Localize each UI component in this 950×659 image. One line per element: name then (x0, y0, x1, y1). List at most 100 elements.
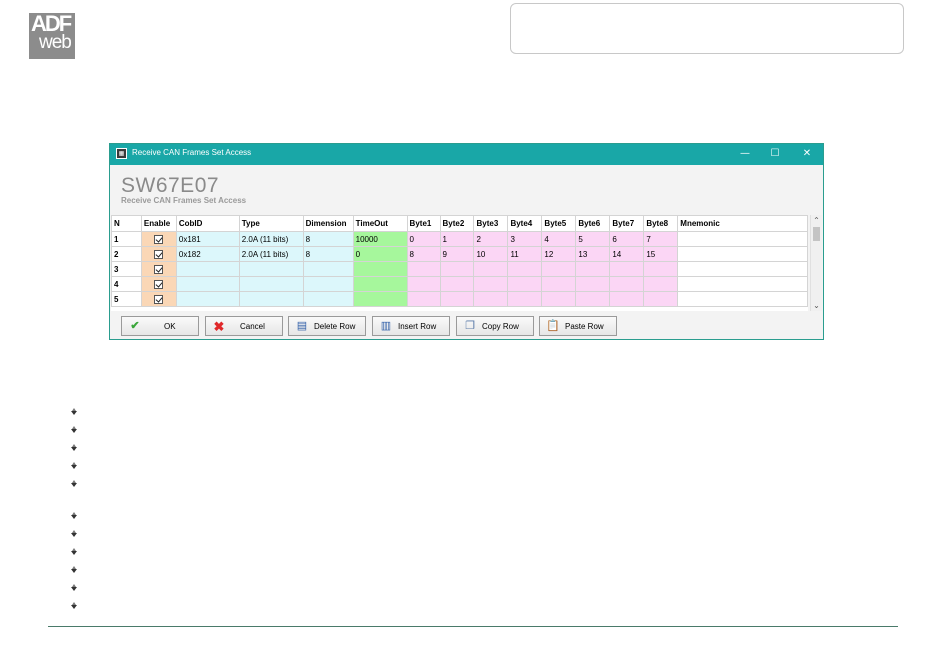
byte8-cell[interactable] (643, 276, 679, 292)
timeout-cell[interactable] (352, 261, 408, 277)
mnemonic-cell[interactable] (677, 246, 808, 262)
byte6-cell[interactable] (575, 261, 611, 277)
dimension-cell[interactable]: 8 (302, 231, 354, 247)
byte1-cell[interactable] (406, 276, 441, 292)
col-header-byte8[interactable]: Byte8 (643, 215, 679, 232)
cancel-button[interactable]: ✖ Cancel (205, 316, 283, 336)
enable-cell[interactable] (140, 231, 177, 247)
table-row[interactable]: 4 (111, 276, 808, 292)
byte7-cell[interactable] (609, 276, 645, 292)
table-row[interactable]: 2 0x182 2.0A (11 bits) 8 0 8 9 10 11 12 13 14 15 (111, 246, 808, 262)
byte6-cell[interactable] (575, 291, 611, 307)
ok-button[interactable]: ✔ OK (121, 316, 199, 336)
byte4-cell[interactable] (507, 291, 543, 307)
byte2-cell[interactable]: 1 (439, 231, 475, 247)
insert-row-button[interactable]: ▥ Insert Row (372, 316, 450, 336)
timeout-cell[interactable] (352, 276, 408, 292)
col-header-dimension[interactable]: Dimension (302, 215, 354, 232)
col-header-byte6[interactable]: Byte6 (575, 215, 611, 232)
byte3-cell[interactable] (473, 261, 509, 277)
delete-row-button[interactable]: ▤ Delete Row (288, 316, 366, 336)
byte7-cell[interactable] (609, 261, 645, 277)
byte6-cell[interactable]: 13 (575, 246, 611, 262)
byte2-cell[interactable]: 9 (439, 246, 475, 262)
byte6-cell[interactable] (575, 276, 611, 292)
byte4-cell[interactable] (507, 276, 543, 292)
dimension-cell[interactable] (302, 261, 354, 277)
minimize-button[interactable]: — (737, 147, 753, 161)
type-cell[interactable] (238, 291, 304, 307)
timeout-cell[interactable] (352, 291, 408, 307)
byte5-cell[interactable] (541, 276, 577, 292)
enable-checkbox[interactable] (154, 264, 164, 274)
byte2-cell[interactable] (439, 261, 475, 277)
dimension-cell[interactable] (302, 291, 354, 307)
col-header-byte2[interactable]: Byte2 (439, 215, 475, 232)
cobid-cell[interactable] (175, 276, 240, 292)
byte5-cell[interactable]: 4 (541, 231, 577, 247)
mnemonic-cell[interactable] (677, 261, 808, 277)
type-cell[interactable] (238, 276, 304, 292)
enable-checkbox[interactable] (154, 249, 164, 259)
col-header-n[interactable]: N (111, 215, 142, 232)
byte2-cell[interactable] (439, 291, 475, 307)
dimension-cell[interactable]: 8 (302, 246, 354, 262)
byte1-cell[interactable] (406, 291, 441, 307)
vertical-scrollbar[interactable]: ⌃ ⌄ (810, 215, 822, 311)
mnemonic-cell[interactable] (677, 231, 808, 247)
enable-cell[interactable] (140, 291, 177, 307)
col-header-enable[interactable]: Enable (140, 215, 177, 232)
cobid-cell[interactable] (175, 291, 240, 307)
byte1-cell[interactable]: 8 (406, 246, 441, 262)
type-cell[interactable] (238, 261, 304, 277)
mnemonic-cell[interactable] (677, 276, 808, 292)
byte8-cell[interactable] (643, 291, 679, 307)
table-row[interactable]: 3 (111, 261, 808, 277)
byte5-cell[interactable]: 12 (541, 246, 577, 262)
byte7-cell[interactable]: 14 (609, 246, 645, 262)
dimension-cell[interactable] (302, 276, 354, 292)
copy-row-button[interactable]: ❐ Copy Row (456, 316, 534, 336)
mnemonic-cell[interactable] (677, 291, 808, 307)
enable-cell[interactable] (140, 276, 177, 292)
byte4-cell[interactable]: 11 (507, 246, 543, 262)
cobid-cell[interactable] (175, 261, 240, 277)
paste-row-button[interactable]: 📋 Paste Row (539, 316, 617, 336)
type-cell[interactable]: 2.0A (11 bits) (238, 246, 304, 262)
col-header-timeout[interactable]: TimeOut (352, 215, 408, 232)
byte6-cell[interactable]: 5 (575, 231, 611, 247)
byte8-cell[interactable]: 15 (643, 246, 679, 262)
enable-cell[interactable] (140, 261, 177, 277)
byte3-cell[interactable] (473, 276, 509, 292)
byte4-cell[interactable]: 3 (507, 231, 543, 247)
scroll-up-icon[interactable]: ⌃ (811, 216, 822, 225)
timeout-cell[interactable]: 0 (352, 246, 408, 262)
byte5-cell[interactable] (541, 291, 577, 307)
byte7-cell[interactable] (609, 291, 645, 307)
window-titlebar[interactable]: ▦ Receive CAN Frames Set Access — ☐ ✕ (110, 144, 823, 165)
byte7-cell[interactable]: 6 (609, 231, 645, 247)
scrollbar-thumb[interactable] (813, 227, 820, 241)
byte8-cell[interactable] (643, 261, 679, 277)
byte3-cell[interactable] (473, 291, 509, 307)
cobid-cell[interactable]: 0x181 (175, 231, 240, 247)
col-header-cobid[interactable]: CobID (175, 215, 240, 232)
col-header-byte7[interactable]: Byte7 (609, 215, 645, 232)
table-row[interactable]: 5 (111, 291, 808, 307)
byte5-cell[interactable] (541, 261, 577, 277)
byte2-cell[interactable] (439, 276, 475, 292)
byte3-cell[interactable]: 10 (473, 246, 509, 262)
enable-checkbox[interactable] (154, 294, 164, 304)
enable-checkbox[interactable] (154, 279, 164, 289)
byte8-cell[interactable]: 7 (643, 231, 679, 247)
close-button[interactable]: ✕ (799, 147, 815, 161)
col-header-byte1[interactable]: Byte1 (406, 215, 441, 232)
table-row[interactable]: 1 0x181 2.0A (11 bits) 8 10000 0 1 2 3 4 5 6 7 (111, 231, 808, 247)
enable-checkbox[interactable] (154, 234, 164, 244)
scroll-down-icon[interactable]: ⌄ (811, 301, 822, 310)
col-header-type[interactable]: Type (238, 215, 304, 232)
timeout-cell[interactable]: 10000 (352, 231, 408, 247)
byte1-cell[interactable] (406, 261, 441, 277)
col-header-mnemonic[interactable]: Mnemonic (677, 215, 808, 232)
col-header-byte3[interactable]: Byte3 (473, 215, 509, 232)
